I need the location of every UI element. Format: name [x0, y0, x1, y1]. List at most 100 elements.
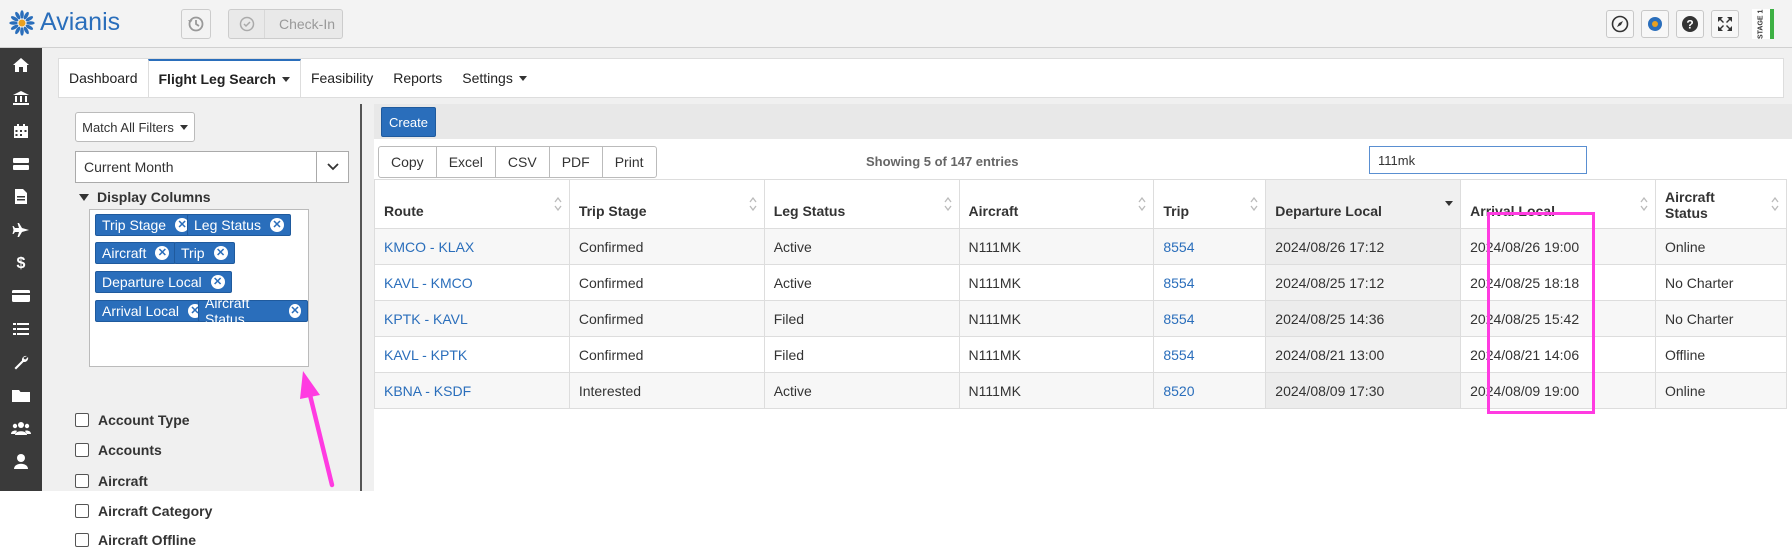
nav-list[interactable]	[0, 312, 42, 345]
nav-calendar[interactable]	[0, 114, 42, 147]
nav-billing[interactable]	[0, 279, 42, 312]
table-row[interactable]: KAVL - KMCO Confirmed Active N111MK 8554…	[374, 264, 1787, 301]
table-row[interactable]: KMCO - KLAX Confirmed Active N111MK 8554…	[374, 228, 1787, 265]
cell-departure-local: 2024/08/26 17:12	[1265, 228, 1462, 265]
server-icon	[13, 157, 29, 170]
filter-aircraft[interactable]: Aircraft	[75, 473, 148, 489]
match-filters-dropdown[interactable]: Match All Filters	[75, 112, 195, 142]
cell-route[interactable]: KMCO - KLAX	[374, 228, 570, 265]
filter-accounts[interactable]: Accounts	[75, 442, 162, 458]
excel-button[interactable]: Excel	[437, 147, 496, 177]
display-columns-toggle[interactable]: Display Columns	[79, 189, 211, 205]
nav-maintenance[interactable]	[0, 345, 42, 378]
nav-finance[interactable]: $	[0, 246, 42, 279]
column-tag[interactable]: Trip ✕	[174, 242, 235, 264]
trip-link[interactable]: 8520	[1163, 383, 1194, 399]
column-tag[interactable]: Departure Local ✕	[95, 271, 232, 293]
copy-button[interactable]: Copy	[379, 147, 437, 177]
cell-arrival-local: 2024/08/25 15:42	[1460, 300, 1656, 337]
column-header-leg-status[interactable]: Leg Status	[763, 179, 960, 229]
filter-aircraft-category[interactable]: Aircraft Category	[75, 503, 212, 519]
cell-route[interactable]: KPTK - KAVL	[374, 300, 570, 337]
trip-link[interactable]: 8554	[1163, 239, 1194, 255]
route-link[interactable]: KMCO - KLAX	[384, 239, 474, 255]
cell-route[interactable]: KAVL - KMCO	[374, 264, 570, 301]
compass-button[interactable]	[1606, 10, 1634, 38]
nav-files[interactable]	[0, 378, 42, 411]
checkbox[interactable]	[75, 504, 89, 518]
trip-link[interactable]: 8554	[1163, 347, 1194, 363]
cell-route[interactable]: KBNA - KSDF	[374, 372, 570, 409]
column-header-aircraft-status[interactable]: Aircraft Status	[1655, 179, 1787, 229]
remove-tag-icon[interactable]: ✕	[155, 246, 170, 260]
help-button[interactable]: ?	[1676, 10, 1704, 38]
trip-link[interactable]: 8554	[1163, 311, 1194, 327]
history-icon	[188, 16, 204, 32]
create-button[interactable]: Create	[381, 107, 436, 137]
search-input[interactable]: 111mk	[1369, 146, 1587, 174]
checkbox[interactable]	[75, 474, 89, 488]
tab-settings[interactable]: Settings	[452, 59, 537, 97]
chevron-down-icon[interactable]	[316, 152, 348, 182]
nav-bank[interactable]	[0, 81, 42, 114]
nav-flights[interactable]	[0, 213, 42, 246]
column-tag[interactable]: Leg Status ✕	[187, 214, 291, 236]
cell-trip[interactable]: 8520	[1153, 372, 1267, 409]
app-logo[interactable]: Avianis	[8, 8, 120, 37]
table-row[interactable]: KPTK - KAVL Confirmed Filed N111MK 8554 …	[374, 300, 1787, 337]
table-row[interactable]: KAVL - KPTK Confirmed Filed N111MK 8554 …	[374, 336, 1787, 373]
column-header-route[interactable]: Route	[374, 179, 570, 229]
route-link[interactable]: KBNA - KSDF	[384, 383, 471, 399]
checkbox[interactable]	[75, 443, 89, 457]
nav-crew[interactable]	[0, 411, 42, 444]
cell-trip[interactable]: 8554	[1153, 336, 1267, 373]
cell-trip[interactable]: 8554	[1153, 300, 1267, 337]
nav-servers[interactable]	[0, 147, 42, 180]
checkbox[interactable]	[75, 413, 89, 427]
filter-account-type[interactable]: Account Type	[75, 412, 190, 428]
tab-flight-leg-search[interactable]: Flight Leg Search	[147, 59, 301, 97]
remove-tag-icon[interactable]: ✕	[269, 218, 284, 232]
route-link[interactable]: KPTK - KAVL	[384, 311, 468, 327]
column-tag[interactable]: Aircraft ✕	[95, 242, 177, 264]
cell-route[interactable]: KAVL - KPTK	[374, 336, 570, 373]
nav-home[interactable]	[0, 48, 42, 81]
filter-label: Aircraft Offline	[98, 532, 197, 548]
remove-tag-icon[interactable]: ✕	[210, 275, 225, 289]
print-button[interactable]: Print	[603, 147, 656, 177]
column-tag[interactable]: Aircraft Status ✕	[198, 295, 308, 327]
user-icon	[14, 453, 28, 469]
check-in-button[interactable]: Check-In	[228, 9, 343, 39]
column-tag[interactable]: Trip Stage ✕	[95, 214, 197, 236]
history-button[interactable]	[181, 9, 211, 39]
column-header-trip[interactable]: Trip	[1153, 179, 1267, 229]
route-link[interactable]: KAVL - KPTK	[384, 347, 467, 363]
trip-link[interactable]: 8554	[1163, 275, 1194, 291]
remove-tag-icon[interactable]: ✕	[213, 246, 228, 260]
column-header-arrival-local[interactable]: Arrival Local	[1460, 179, 1656, 229]
display-columns-tagbox[interactable]: Trip Stage ✕ Leg Status ✕ Aircraft ✕ Trip ✕ …	[89, 209, 309, 367]
column-header-trip-stage[interactable]: Trip Stage	[568, 179, 765, 229]
period-select[interactable]: Current Month	[75, 151, 349, 183]
avianis-button[interactable]	[1641, 10, 1669, 38]
cell-trip[interactable]: 8554	[1153, 228, 1267, 265]
column-tag-label: Arrival Local	[102, 303, 180, 319]
column-header-aircraft[interactable]: Aircraft	[958, 179, 1155, 229]
route-link[interactable]: KAVL - KMCO	[384, 275, 473, 291]
tab-reports[interactable]: Reports	[383, 59, 452, 97]
column-header-departure-local[interactable]: Departure Local	[1265, 179, 1462, 229]
tab-dashboard[interactable]: Dashboard	[59, 59, 148, 97]
nav-documents[interactable]	[0, 180, 42, 213]
fullscreen-button[interactable]	[1711, 10, 1739, 38]
csv-button[interactable]: CSV	[496, 147, 550, 177]
pdf-button[interactable]: PDF	[550, 147, 603, 177]
remove-tag-icon[interactable]: ✕	[289, 304, 301, 318]
column-tag[interactable]: Arrival Local ✕	[95, 300, 210, 322]
table-row[interactable]: KBNA - KSDF Interested Active N111MK 852…	[374, 372, 1787, 409]
filter-aircraft-offline[interactable]: Aircraft Offline	[75, 532, 196, 548]
nav-profile[interactable]	[0, 444, 42, 477]
filter-label: Aircraft	[98, 473, 148, 489]
checkbox[interactable]	[75, 533, 89, 547]
tab-feasibility[interactable]: Feasibility	[301, 59, 383, 97]
cell-trip[interactable]: 8554	[1153, 264, 1267, 301]
